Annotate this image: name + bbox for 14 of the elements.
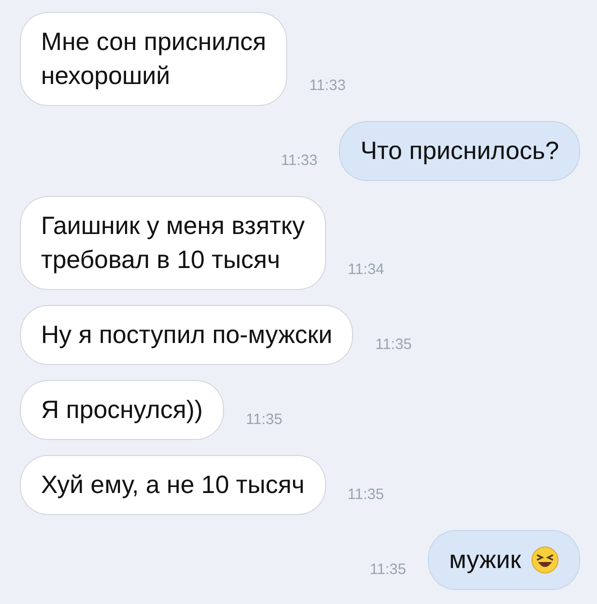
message-text: Мне сон приснился нехороший	[41, 27, 266, 92]
message-time: 11:33	[281, 152, 318, 171]
message-time: 11:35	[348, 486, 384, 505]
message-time: 11:35	[370, 561, 406, 580]
message-time: 11:35	[375, 336, 412, 355]
message-text: Ну я поступил по-мужски	[41, 320, 332, 351]
message-time: 11:34	[348, 261, 384, 280]
message-text: мужик	[449, 545, 521, 576]
message-text: Что приснилось?	[360, 136, 559, 167]
message-text: Гаишник у меня взятку требовал в 10 тысяч	[41, 211, 305, 276]
message-time: 11:35	[246, 411, 282, 430]
message-text: Я проснулся))	[41, 395, 203, 426]
message-text: Хуй ему, а не 10 тысяч	[41, 470, 305, 501]
message-time: 11:33	[309, 77, 346, 96]
